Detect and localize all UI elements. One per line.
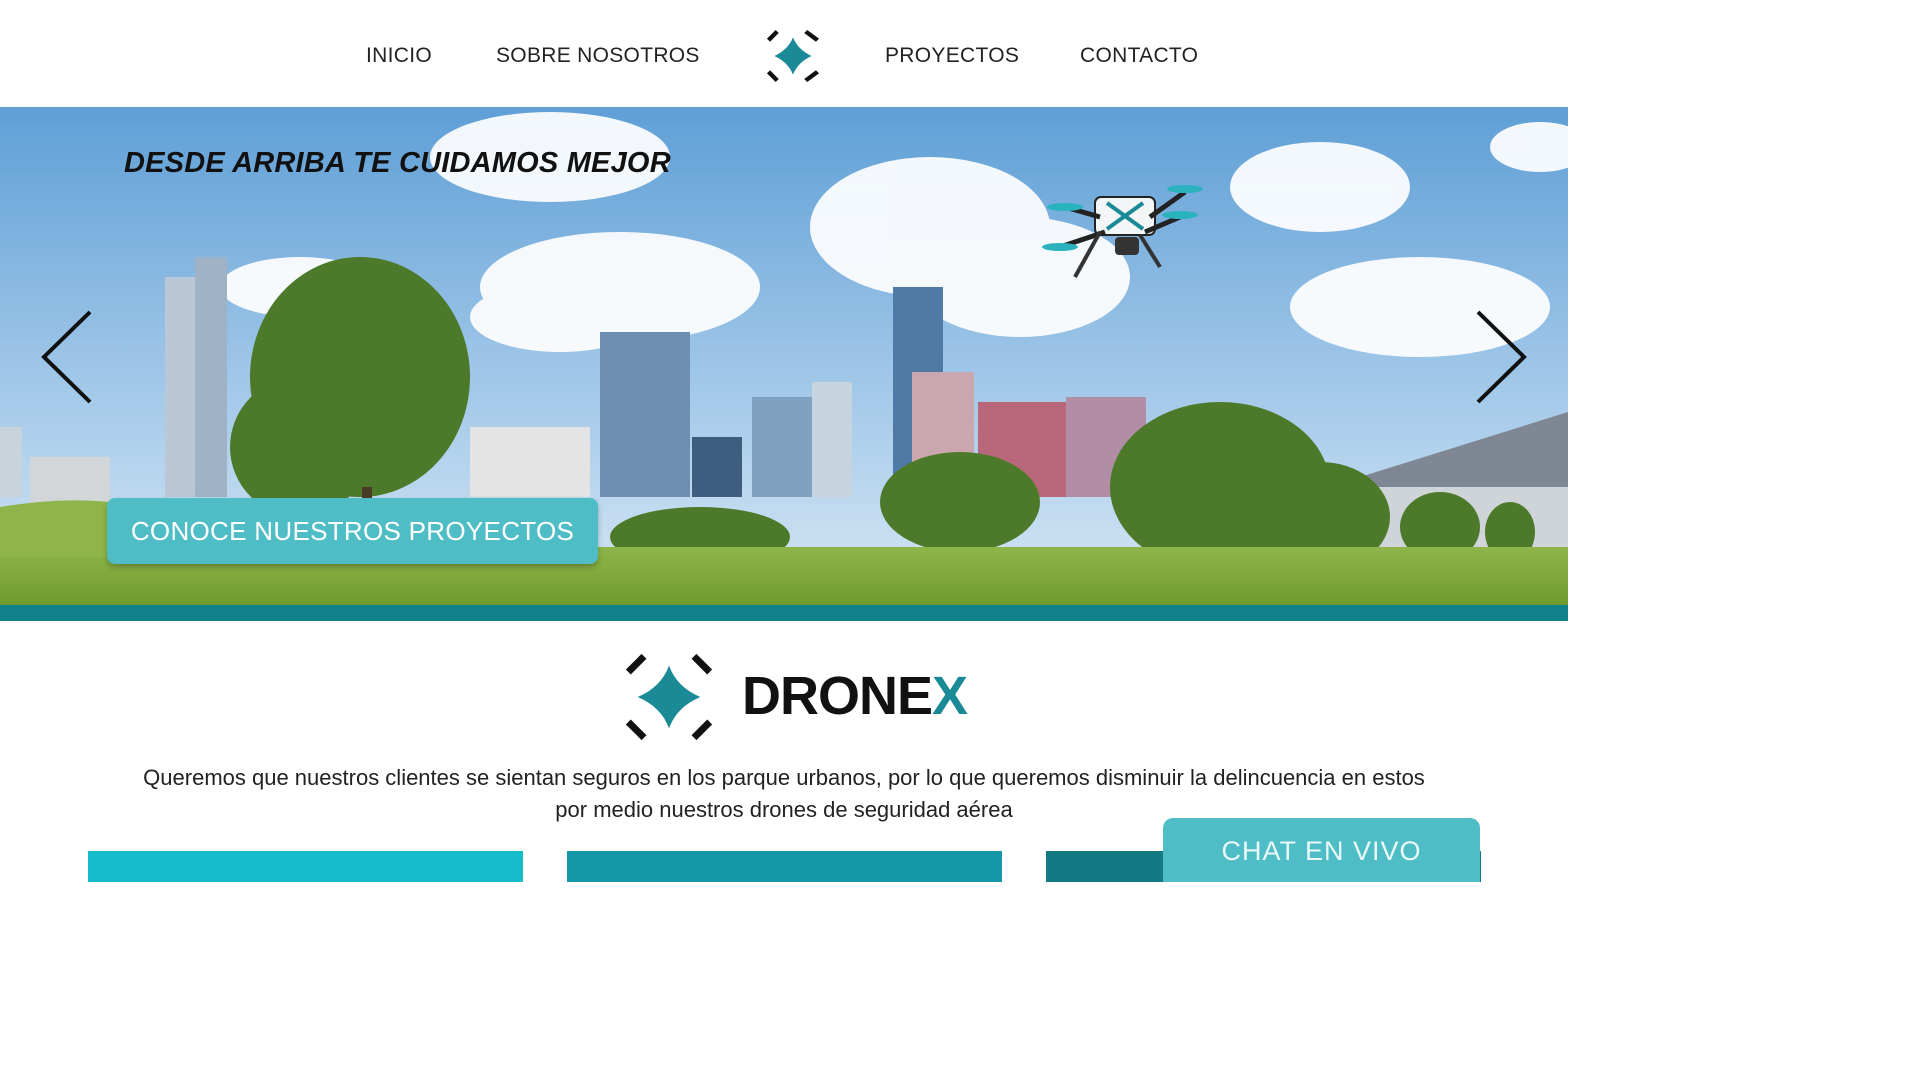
chevron-right-icon[interactable]: [1470, 307, 1530, 407]
brand-description: Queremos que nuestros clientes se sienta…: [143, 765, 1425, 822]
nav-item-inicio[interactable]: INICIO: [366, 44, 432, 68]
brand-name-accent: X: [932, 666, 968, 726]
feature-card-1[interactable]: [88, 851, 523, 882]
top-navigation: INICIO SOBRE NOSOTROS PROYECTOS CONTACTO: [0, 0, 1568, 107]
hero-slider: DESDE ARRIBA TE CUIDAMOS MEJOR CONOCE NU…: [0, 107, 1568, 607]
conoce-proyectos-button[interactable]: CONOCE NUESTROS PROYECTOS: [107, 498, 598, 564]
drone-logo-icon[interactable]: [762, 24, 824, 88]
drone-logo-icon: [625, 653, 713, 741]
hero-tagline: DESDE ARRIBA TE CUIDAMOS MEJOR: [124, 147, 671, 179]
brand-name-main: DRONE: [742, 666, 933, 726]
brand-wordmark: DRONEX: [742, 664, 968, 728]
nav-item-proyectos[interactable]: PROYECTOS: [885, 44, 1019, 68]
live-chat-button[interactable]: CHAT EN VIVO: [1163, 818, 1480, 882]
nav-item-contacto[interactable]: CONTACTO: [1080, 44, 1198, 68]
feature-card-2[interactable]: [567, 851, 1002, 882]
nav-item-sobre-nosotros[interactable]: SOBRE NOSOTROS: [496, 44, 700, 68]
section-divider: [0, 605, 1568, 621]
chevron-left-icon[interactable]: [38, 307, 98, 407]
